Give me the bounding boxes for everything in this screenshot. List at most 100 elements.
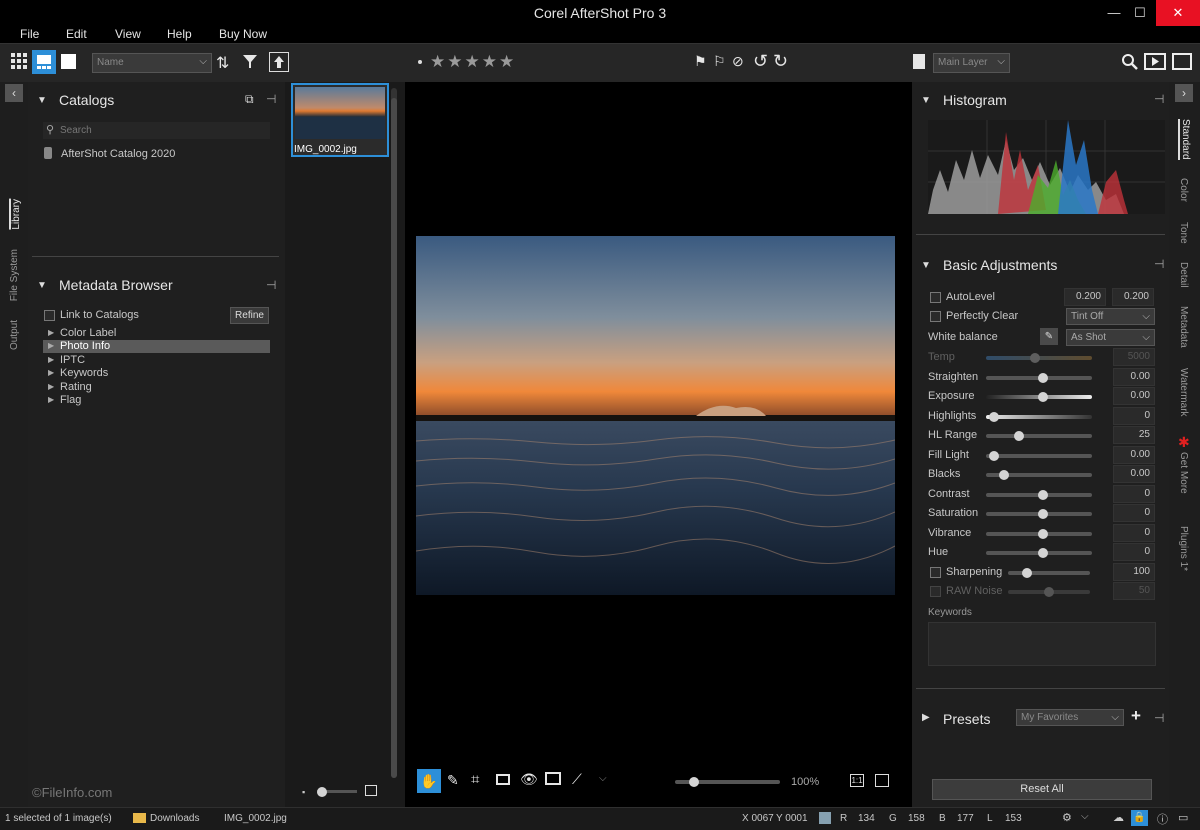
tab-color[interactable]: Color: [1178, 178, 1189, 202]
expand-icon[interactable]: ▶: [48, 382, 54, 391]
slider-knob[interactable]: [1038, 489, 1048, 500]
pin-icon[interactable]: ⊣: [1154, 711, 1164, 725]
menu-buy-now[interactable]: Buy Now: [219, 27, 267, 41]
menu-edit[interactable]: Edit: [66, 27, 87, 41]
single-view-icon[interactable]: [61, 54, 76, 69]
slider-knob[interactable]: [1038, 509, 1048, 519]
expand-icon[interactable]: ▶: [48, 395, 54, 404]
layers-icon[interactable]: [913, 54, 925, 69]
pin-icon[interactable]: ⊣: [266, 278, 276, 292]
adjustment-slider[interactable]: [986, 509, 1092, 519]
redeye-icon[interactable]: 👁: [520, 771, 538, 788]
filmstrip-scroll-thumb[interactable]: [391, 98, 397, 778]
flag-reject-icon[interactable]: ⚐: [713, 53, 726, 70]
close-button[interactable]: ✕: [1156, 0, 1200, 26]
slider-knob[interactable]: [1038, 392, 1048, 402]
rotate-right-icon[interactable]: ↻: [773, 51, 788, 72]
layer-dropdown[interactable]: Main Layer ⌵: [933, 53, 1010, 73]
slider-value[interactable]: 0.00: [1113, 367, 1155, 386]
collapse-left-icon[interactable]: ‹: [5, 84, 23, 102]
zoom-slider[interactable]: [675, 777, 780, 787]
raw-noise-slider[interactable]: [1008, 587, 1090, 597]
catalog-item[interactable]: AfterShot Catalog 2020: [61, 148, 175, 160]
thumb-size-slider[interactable]: [317, 787, 357, 797]
metadata-item[interactable]: ▶ IPTC: [43, 354, 270, 367]
adjustment-slider[interactable]: [986, 411, 1092, 422]
sharpening-slider[interactable]: [1008, 568, 1090, 578]
new-catalog-icon[interactable]: ⧉: [245, 92, 254, 107]
brush-icon[interactable]: ⟋: [572, 771, 582, 788]
hand-tool-icon[interactable]: ✋: [417, 769, 441, 793]
adjustment-slider[interactable]: [986, 392, 1092, 402]
autolevel-value-1[interactable]: 0.200: [1064, 288, 1106, 306]
fit-to-window-icon[interactable]: [875, 774, 889, 787]
slider-knob[interactable]: [989, 450, 999, 461]
slider-value[interactable]: 0.00: [1113, 465, 1155, 483]
straighten-icon[interactable]: [496, 774, 510, 785]
catalog-search-input[interactable]: ⚲ Search: [43, 122, 270, 139]
rotate-left-icon[interactable]: ↺: [753, 51, 768, 72]
adjustment-slider[interactable]: [986, 470, 1092, 480]
autolevel-value-2[interactable]: 0.200: [1112, 288, 1154, 306]
panel-divider[interactable]: [916, 234, 1165, 235]
tab-tone[interactable]: Tone: [1178, 222, 1189, 244]
crop-icon[interactable]: ⌗: [471, 771, 479, 788]
main-image[interactable]: [416, 236, 895, 595]
star-rating[interactable]: ★★★★★: [430, 52, 516, 72]
metadata-collapse-icon[interactable]: ▼: [37, 280, 47, 291]
filmstrip-scrollbar[interactable]: [391, 88, 397, 778]
fullscreen-icon[interactable]: [1172, 53, 1192, 70]
adjustment-slider[interactable]: [986, 450, 1092, 461]
raw-noise-checkbox[interactable]: [930, 586, 941, 597]
presets-dropdown[interactable]: My Favorites ⌵: [1016, 709, 1124, 726]
perfectly-clear-dropdown[interactable]: Tint Off ⌵: [1066, 308, 1155, 325]
sort-order-icon[interactable]: ⇅: [216, 53, 229, 73]
filmstrip-view-icon[interactable]: [32, 50, 56, 74]
batch-icon[interactable]: ⚙: [1062, 811, 1072, 824]
region-icon[interactable]: [545, 772, 561, 785]
sharpening-knob[interactable]: [1022, 568, 1032, 578]
tab-get-more[interactable]: Get More: [1178, 452, 1189, 494]
slider-value[interactable]: 0: [1113, 504, 1155, 522]
metadata-item[interactable]: ▶ Flag: [43, 394, 270, 407]
menu-help[interactable]: Help: [167, 27, 192, 41]
expand-icon[interactable]: ▶: [48, 368, 54, 377]
flag-pick-icon[interactable]: ⚑: [694, 53, 707, 70]
slider-knob[interactable]: [989, 411, 999, 422]
slider-value[interactable]: 0: [1113, 406, 1155, 425]
thumbnail[interactable]: IMG_0002.jpg: [291, 83, 389, 157]
slider-value[interactable]: 0: [1113, 543, 1155, 561]
expand-icon[interactable]: ▶: [48, 355, 54, 364]
slider-knob[interactable]: [1038, 372, 1048, 383]
basic-collapse-icon[interactable]: ▼: [921, 260, 931, 271]
adjustment-slider[interactable]: [986, 353, 1092, 363]
sort-dropdown[interactable]: Name ⌵: [92, 53, 212, 73]
slider-value[interactable]: 5000: [1113, 348, 1155, 366]
search-icon[interactable]: [1121, 53, 1139, 74]
panel-divider[interactable]: [32, 256, 279, 257]
slider-knob[interactable]: [1038, 528, 1048, 539]
no-rating-dot[interactable]: [418, 60, 422, 64]
slider-value[interactable]: 25: [1113, 426, 1155, 444]
screen-icon[interactable]: ▭: [1178, 811, 1188, 824]
export-icon[interactable]: [269, 52, 289, 72]
autolevel-checkbox[interactable]: [930, 292, 941, 303]
collapse-right-icon[interactable]: ›: [1175, 84, 1193, 102]
tab-plugins[interactable]: Plugins 1*: [1178, 526, 1189, 571]
tab-library[interactable]: Library: [9, 199, 22, 230]
histogram-collapse-icon[interactable]: ▼: [921, 95, 931, 106]
grid-view-icon[interactable]: [10, 53, 28, 71]
zoom-1to1-icon[interactable]: 1:1: [850, 774, 864, 787]
tab-file-system[interactable]: File System: [9, 249, 20, 301]
more-tools-chevron-icon[interactable]: ⌵: [599, 773, 607, 784]
slider-knob[interactable]: [1030, 353, 1040, 363]
pin-icon[interactable]: ⊣: [266, 92, 276, 106]
slider-value[interactable]: 0.00: [1113, 387, 1155, 405]
menu-file[interactable]: File: [20, 27, 39, 41]
presets-expand-icon[interactable]: ▶: [922, 712, 930, 723]
tab-detail[interactable]: Detail: [1178, 262, 1189, 288]
cloud-icon[interactable]: ☁: [1113, 811, 1124, 824]
filter-icon[interactable]: [243, 55, 257, 72]
adjustment-slider[interactable]: [986, 548, 1092, 558]
keywords-input[interactable]: [928, 622, 1156, 666]
